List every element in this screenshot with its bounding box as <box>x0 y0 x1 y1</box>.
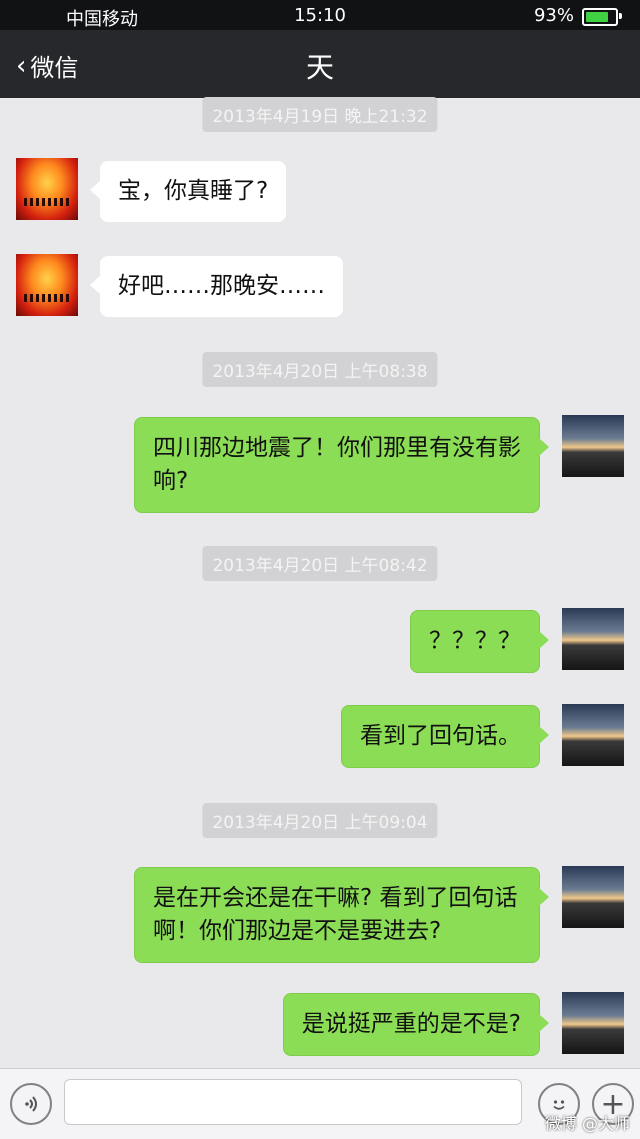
message-input[interactable] <box>64 1079 522 1125</box>
my-avatar[interactable] <box>562 992 624 1054</box>
my-avatar[interactable] <box>562 415 624 477</box>
battery-percent: 93% <box>533 5 574 26</box>
received-message[interactable]: 好吧……那晚安…… <box>90 256 343 317</box>
chat-header: ‹ 微信 天 <box>0 30 640 98</box>
status-bar: 中国移动 15:10 93% <box>0 0 640 30</box>
voice-icon[interactable] <box>10 1083 52 1125</box>
contact-avatar[interactable] <box>16 158 78 220</box>
watermark: 微博 @大师 <box>544 1114 630 1133</box>
sent-message[interactable]: 四川那边地震了！你们那里有没有影响? <box>134 417 549 513</box>
timestamp: 2013年4月19日 晚上21:32 <box>202 97 438 132</box>
chat-title: 天 <box>305 51 334 84</box>
timestamp: 2013年4月20日 上午08:38 <box>202 352 438 387</box>
my-avatar[interactable] <box>562 608 624 670</box>
received-message[interactable]: 宝，你真睡了? <box>89 161 287 222</box>
sent-message[interactable]: 是说挺严重的是不是? <box>282 993 550 1056</box>
timestamp: 2013年4月20日 上午08:42 <box>202 546 438 581</box>
my-avatar[interactable] <box>562 866 624 928</box>
sent-message[interactable]: ？？？？ <box>410 610 549 673</box>
sent-message[interactable]: 看到了回句话。 <box>341 705 549 768</box>
contact-avatar[interactable] <box>16 254 78 316</box>
sent-message[interactable]: 是在开会还是在干嘛? 看到了回句话啊！你们那边是不是要进去? <box>134 867 549 963</box>
timestamp: 2013年4月20日 上午09:04 <box>202 803 438 838</box>
battery-icon <box>582 8 622 26</box>
my-avatar[interactable] <box>562 704 624 766</box>
